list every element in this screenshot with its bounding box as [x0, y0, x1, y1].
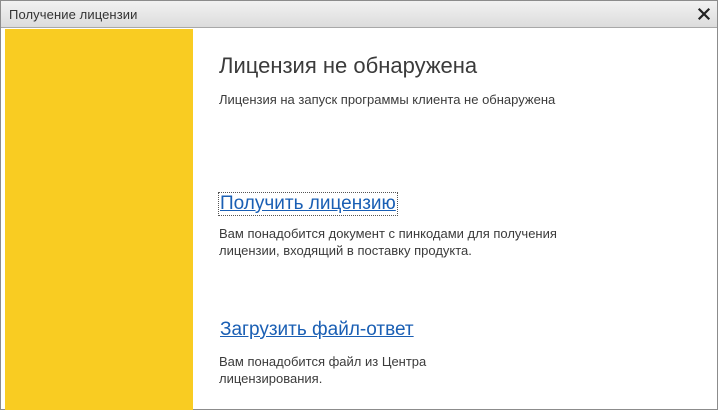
side-panel — [5, 29, 193, 410]
close-button[interactable] — [695, 5, 713, 23]
title-bar: Получение лицензии — [1, 1, 717, 28]
upload-response-file-link[interactable]: Загрузить файл-ответ — [219, 319, 415, 341]
content-area: Лицензия не обнаружена Лицензия на запус… — [218, 29, 707, 409]
page-subtitle: Лицензия на запуск программы клиента не … — [219, 92, 556, 107]
upload-response-file-description: Вам понадобится файл из Центра лицензиро… — [219, 354, 427, 386]
close-icon — [697, 7, 711, 21]
page-title: Лицензия не обнаружена — [219, 53, 478, 78]
window-title: Получение лицензии — [9, 7, 138, 22]
get-license-link[interactable]: Получить лицензию — [218, 192, 398, 216]
get-license-description: Вам понадобится документ с пинкодами для… — [219, 226, 557, 258]
license-dialog: Получение лицензии Лицензия не обнаружен… — [0, 0, 718, 410]
